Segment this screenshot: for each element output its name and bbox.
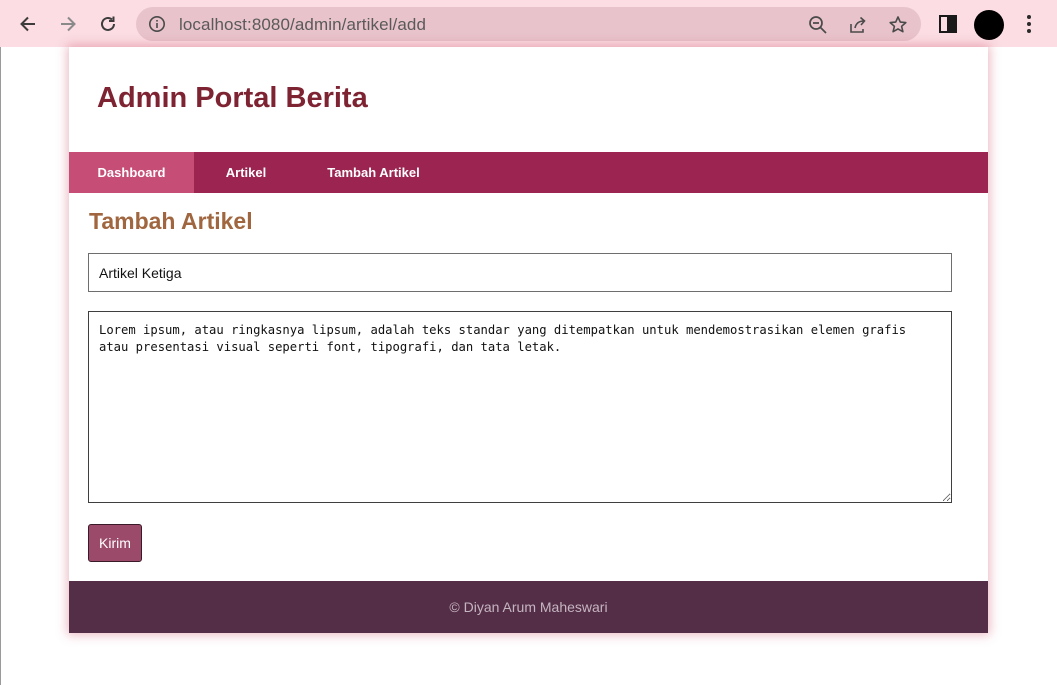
profile-avatar[interactable] xyxy=(974,10,1004,40)
nav-item-artikel[interactable]: Artikel xyxy=(194,152,298,193)
browser-toolbar: localhost:8080/admin/artikel/add xyxy=(0,0,1057,47)
page-heading: Tambah Artikel xyxy=(89,208,253,234)
footer-copyright: © Diyan Arum Maheswari xyxy=(449,599,608,615)
submit-button[interactable]: Kirim xyxy=(88,524,142,562)
kebab-menu-icon[interactable] xyxy=(1019,8,1039,45)
site-title: Admin Portal Berita xyxy=(97,82,368,114)
zoom-out-icon[interactable] xyxy=(808,15,828,40)
reload-icon[interactable] xyxy=(92,8,124,40)
nav-item-dashboard[interactable]: Dashboard xyxy=(69,152,194,193)
bookmark-star-icon[interactable] xyxy=(888,15,908,40)
page-edge xyxy=(0,47,1,685)
nav-item-tambah-artikel[interactable]: Tambah Artikel xyxy=(298,152,449,193)
info-icon[interactable] xyxy=(148,15,166,38)
page-container: Admin Portal Berita Dashboard Artikel Ta… xyxy=(69,47,988,633)
forward-arrow-icon[interactable] xyxy=(52,8,84,40)
article-content-textarea[interactable]: Lorem ipsum, atau ringkasnya lipsum, ada… xyxy=(88,311,952,503)
site-header: Admin Portal Berita xyxy=(69,47,988,152)
url-text[interactable]: localhost:8080/admin/artikel/add xyxy=(179,15,426,35)
side-panel-icon[interactable] xyxy=(938,8,958,45)
site-footer: © Diyan Arum Maheswari xyxy=(69,581,988,633)
main-nav: Dashboard Artikel Tambah Artikel xyxy=(69,152,988,193)
share-icon[interactable] xyxy=(848,15,868,40)
address-bar[interactable]: localhost:8080/admin/artikel/add xyxy=(136,7,921,41)
article-title-input[interactable] xyxy=(88,253,952,292)
back-arrow-icon[interactable] xyxy=(12,8,44,40)
